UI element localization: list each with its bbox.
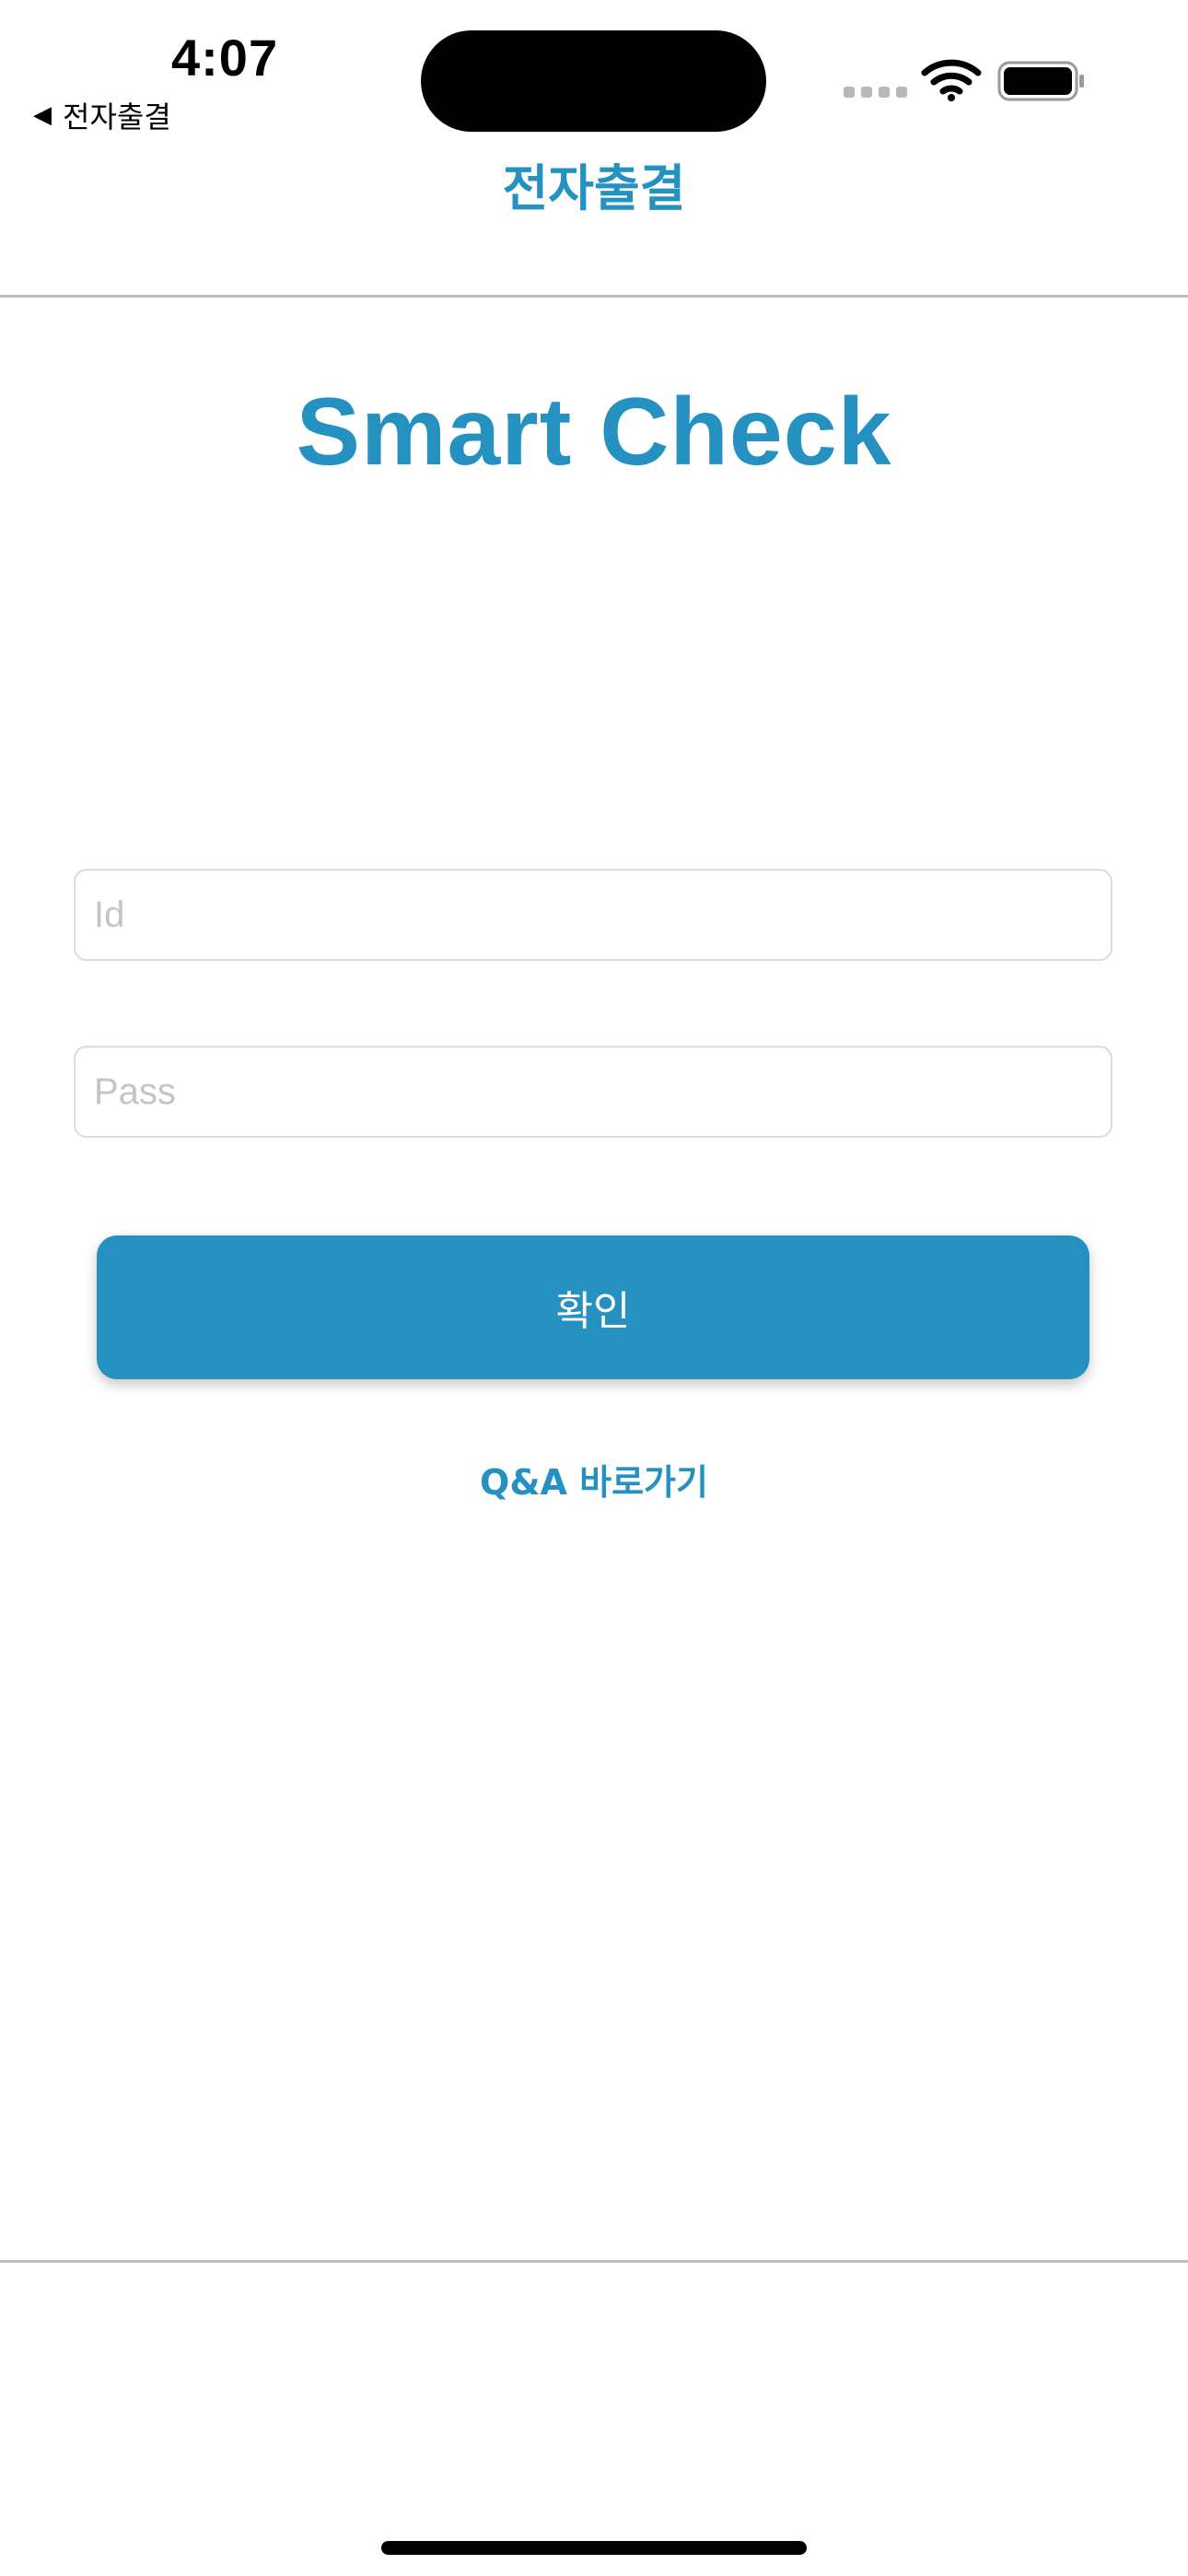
id-field[interactable] xyxy=(74,869,1112,961)
footer-divider xyxy=(0,2260,1188,2263)
password-field[interactable] xyxy=(74,1046,1112,1138)
id-input[interactable] xyxy=(76,871,1111,959)
header-title: 전자출결 xyxy=(502,159,686,217)
cellular-signal-icon xyxy=(844,87,907,98)
app-title: Smart Check xyxy=(296,379,892,486)
status-time: 4:07 xyxy=(171,29,279,87)
password-input[interactable] xyxy=(76,1048,1111,1136)
back-to-app-button[interactable]: ◀ 전자출결 xyxy=(33,94,171,136)
home-indicator[interactable] xyxy=(381,2541,807,2555)
back-app-label: 전자출결 xyxy=(63,100,171,135)
qa-link[interactable]: Q&A 바로가기 xyxy=(0,1454,1188,1505)
dynamic-island xyxy=(421,30,766,132)
wifi-icon xyxy=(921,59,982,101)
header-divider xyxy=(0,295,1188,298)
confirm-button[interactable]: 확인 xyxy=(97,1235,1089,1379)
back-arrow-icon: ◀ xyxy=(33,101,52,129)
battery-full-icon xyxy=(997,61,1084,101)
